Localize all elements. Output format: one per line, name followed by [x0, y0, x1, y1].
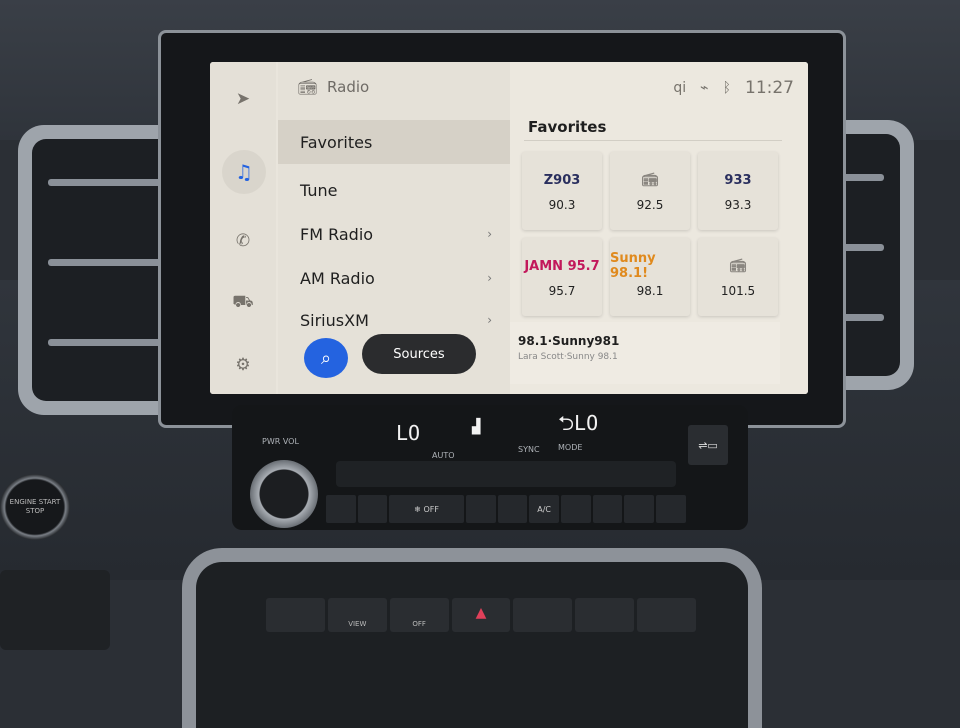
usb-port: ⇌▭ [688, 425, 728, 465]
console-button[interactable] [637, 598, 697, 632]
now-playing-station: 98.1·Sunny981 [518, 334, 620, 348]
station-frequency: 101.5 [720, 284, 756, 298]
menu-item-favorites[interactable]: Favorites [278, 120, 510, 164]
station-logo: Sunny 98.1! [610, 251, 656, 281]
console-buttons: VIEW OFF ▲ [266, 598, 697, 632]
search-icon: ⌕ [320, 347, 332, 369]
left-temp-display: LO [396, 421, 421, 445]
favorites-panel: qi ⌁ ᛒ 11:27 Favorites Z903 90.3 📻︎ 92.5 933… [510, 62, 808, 394]
station-logo: JAMN 95.7 [524, 258, 600, 274]
climate-button[interactable] [326, 495, 356, 523]
station-frequency: 93.3 [724, 198, 752, 212]
station-logo: Z903 [543, 172, 581, 188]
voice-off-icon: ⌁ [700, 80, 709, 96]
status-bar: qi ⌁ ᛒ 11:27 [673, 78, 794, 98]
usb-icon: ⇌▭ [698, 438, 718, 452]
engine-start-stop-button[interactable]: ENGINE START STOP [0, 474, 70, 540]
settings-icon[interactable]: ⚙ [228, 350, 258, 380]
climate-button[interactable] [624, 495, 655, 523]
lower-left-switches[interactable] [0, 570, 110, 650]
hazard-button[interactable]: ▲ [451, 598, 511, 632]
climate-button[interactable] [656, 495, 686, 523]
climate-button[interactable] [497, 495, 528, 523]
menu-item-label: Tune [300, 180, 338, 200]
station-frequency: 95.7 [548, 284, 576, 298]
menu-item-label: FM Radio [300, 224, 374, 244]
menu-item-label: AM Radio [300, 268, 375, 288]
climate-button[interactable]: ❄ OFF [389, 495, 464, 523]
console-button[interactable] [513, 598, 573, 632]
climate-button[interactable] [357, 495, 388, 523]
station-logo: 933 [724, 172, 752, 188]
favorite-station-tile[interactable]: Sunny 98.1! 98.1 [610, 238, 690, 316]
menu-title: Radio [327, 78, 370, 96]
menu-item-am-radio[interactable]: AM Radio › [278, 256, 510, 300]
console-button[interactable] [575, 598, 635, 632]
station-frequency: 92.5 [636, 198, 664, 212]
right-temp-value: LO [574, 411, 599, 435]
chevron-right-icon: › [487, 227, 492, 241]
infotainment-screen: ➤ ♫ ✆ ⛟ ⚙ 📻︎ Radio Favorites Tune FM Radi… [210, 62, 808, 394]
now-playing-bar[interactable]: 98.1·Sunny981 Lara Scott·Sunny 98.1 [510, 322, 780, 384]
favorite-station-tile[interactable]: JAMN 95.7 95.7 [522, 238, 602, 316]
climate-button[interactable] [592, 495, 623, 523]
divider [524, 140, 782, 141]
pwr-vol-label: PWR VOL [262, 437, 299, 446]
favorites-grid: Z903 90.3 📻︎ 92.5 933 93.3 JAMN 95.7 95.7 Sunny … [522, 152, 782, 316]
station-frequency: 90.3 [548, 198, 576, 212]
radio-menu: 📻︎ Radio Favorites Tune FM Radio › AM Radi… [278, 62, 510, 394]
climate-button[interactable] [561, 495, 591, 523]
auto-label: AUTO [432, 451, 455, 460]
now-playing-info: Lara Scott·Sunny 98.1 [518, 352, 618, 362]
qi-wireless-charging-icon: qi [673, 80, 687, 96]
climate-rocker-switches[interactable] [336, 461, 676, 487]
sources-button[interactable]: Sources [362, 334, 476, 374]
radio-icon: 📻︎ [298, 78, 318, 96]
phone-icon[interactable]: ✆ [228, 226, 258, 256]
favorite-station-tile[interactable]: 933 93.3 [698, 152, 778, 230]
search-button[interactable]: ⌕ [304, 338, 348, 378]
climate-buttons: ❄ OFF A/C [326, 495, 686, 523]
car-icon[interactable]: ⛟ [228, 288, 258, 318]
climate-control-panel: PWR VOL LO ▟ ⮌LO AUTO SYNC MODE ❄ OFF A/C… [232, 405, 748, 530]
console-button[interactable] [266, 598, 325, 632]
chevron-right-icon: › [487, 313, 492, 327]
menu-item-tune[interactable]: Tune [278, 168, 510, 212]
radio-icon: 📻︎ [729, 258, 747, 274]
menu-item-label: SiriusXM [300, 310, 369, 330]
mode-label: MODE [558, 443, 583, 452]
power-volume-knob[interactable] [250, 460, 318, 528]
center-console: VIEW OFF ▲ [182, 548, 762, 728]
fan-speed-icon: ▟ [472, 419, 481, 435]
sync-label: SYNC [518, 445, 540, 454]
radio-icon: 📻︎ [641, 172, 659, 188]
clock: 11:27 [745, 78, 794, 98]
climate-button[interactable] [465, 495, 496, 523]
bluetooth-icon: ᛒ [722, 80, 731, 96]
climate-button[interactable]: A/C [529, 495, 560, 523]
station-frequency: 98.1 [636, 284, 664, 298]
music-icon[interactable]: ♫ [222, 150, 266, 194]
favorites-title: Favorites [528, 118, 607, 136]
chevron-right-icon: › [487, 271, 492, 285]
console-button[interactable]: OFF [389, 598, 449, 632]
menu-item-label: Favorites [300, 132, 373, 152]
favorite-station-tile[interactable]: 📻︎ 92.5 [610, 152, 690, 230]
right-temp-display: ⮌LO [558, 411, 599, 435]
menu-header: 📻︎ Radio [298, 78, 369, 96]
app-rail: ➤ ♫ ✆ ⛟ ⚙ [210, 62, 276, 394]
navigation-icon[interactable]: ➤ [228, 84, 258, 114]
favorite-station-tile[interactable]: Z903 90.3 [522, 152, 602, 230]
favorite-station-tile[interactable]: 📻︎ 101.5 [698, 238, 778, 316]
console-button[interactable]: VIEW [327, 598, 387, 632]
menu-item-fm-radio[interactable]: FM Radio › [278, 212, 510, 256]
